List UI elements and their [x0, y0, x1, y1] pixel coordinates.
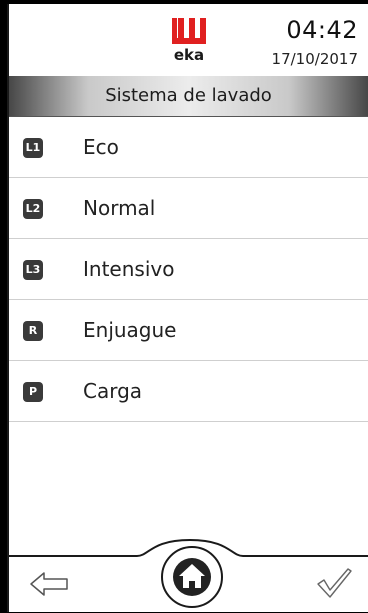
program-badge: R: [23, 321, 43, 341]
program-badge: L2: [23, 199, 43, 219]
program-label: Eco: [83, 135, 119, 159]
home-icon: [173, 558, 211, 596]
clock-time: 04:42: [286, 16, 358, 44]
eka-logo: eka: [169, 14, 209, 66]
program-item-normal[interactable]: L2 Normal: [9, 178, 368, 239]
wash-program-list: L1 Eco L2 Normal L3 Intensivo R Enjuague…: [9, 117, 368, 422]
program-label: Intensivo: [83, 257, 175, 281]
clock-date: 17/10/2017: [271, 50, 358, 68]
program-badge: L3: [23, 260, 43, 280]
footer-nav: [9, 527, 368, 612]
page-title: Sistema de lavado: [105, 85, 272, 106]
home-button[interactable]: [161, 546, 223, 608]
screen: eka 04:42 17/10/2017 Sistema de lavado L…: [7, 4, 368, 612]
program-item-enjuague[interactable]: R Enjuague: [9, 300, 368, 361]
title-bar: Sistema de lavado: [9, 76, 368, 117]
program-badge: L1: [23, 138, 43, 158]
header: eka 04:42 17/10/2017: [9, 4, 368, 76]
checkmark-icon: [317, 568, 352, 598]
arrow-left-icon: [30, 572, 68, 596]
program-label: Enjuague: [83, 318, 177, 342]
program-badge: P: [23, 382, 43, 402]
program-item-intensivo[interactable]: L3 Intensivo: [9, 239, 368, 300]
confirm-button[interactable]: [315, 566, 353, 600]
program-label: Carga: [83, 379, 143, 403]
back-button[interactable]: [29, 570, 71, 598]
program-item-carga[interactable]: P Carga: [9, 361, 368, 422]
svg-text:eka: eka: [174, 46, 204, 64]
program-item-eco[interactable]: L1 Eco: [9, 117, 368, 178]
program-label: Normal: [83, 196, 156, 220]
